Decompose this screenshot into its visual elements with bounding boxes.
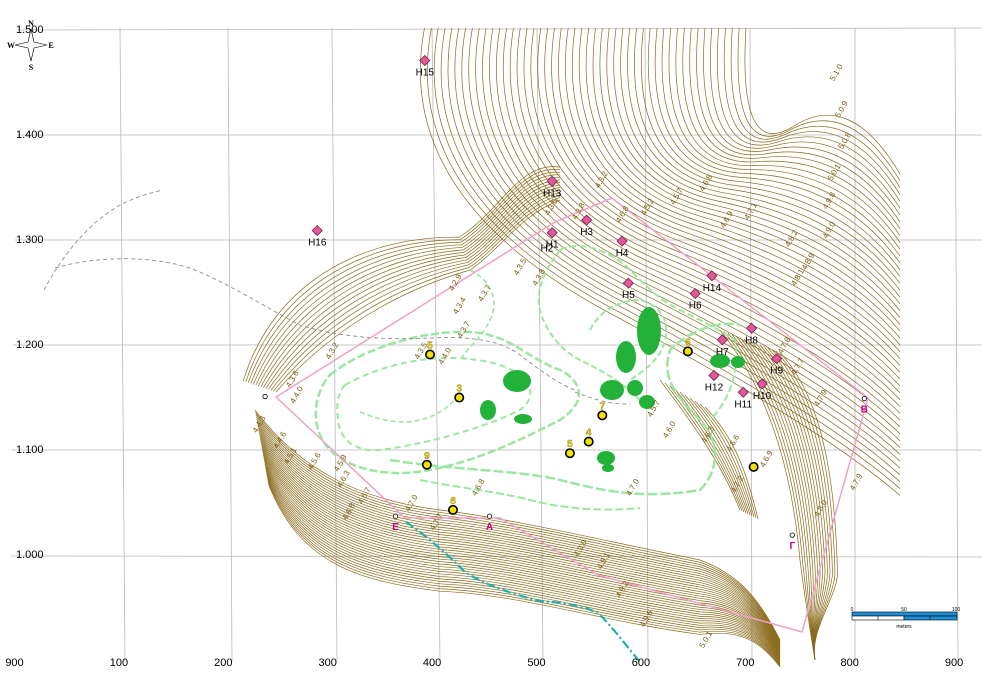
compass-west: W xyxy=(7,41,15,50)
well-label: 5 xyxy=(427,341,433,352)
well-label: 4 xyxy=(586,428,592,439)
x-tick-label: 600 xyxy=(632,657,650,669)
well-icon xyxy=(597,410,608,421)
boundary-point-label: Г xyxy=(789,541,795,552)
x-tick-label: 100 xyxy=(110,657,128,669)
well-icon xyxy=(564,448,575,459)
h-marker-label: H10 xyxy=(753,391,772,402)
x-tick-label: 900 xyxy=(5,657,23,669)
well-icon xyxy=(421,459,432,470)
x-tick-label: 300 xyxy=(319,657,337,669)
h-marker-label: H16 xyxy=(308,238,327,249)
h-marker-label: H2 xyxy=(541,244,554,255)
well-icon xyxy=(748,461,759,472)
y-tick-label: 1.000 xyxy=(16,549,44,561)
h-marker-label: H7 xyxy=(716,347,729,358)
point-icon xyxy=(861,395,867,402)
well-label: 7 xyxy=(599,401,605,412)
scale-label-100: 100 xyxy=(952,607,961,613)
h-marker-label: H9 xyxy=(770,366,783,377)
point-icon xyxy=(262,393,268,400)
boundary-point: Г xyxy=(789,532,795,552)
y-tick-label: 1.200 xyxy=(16,339,44,351)
y-tick-label: 1.400 xyxy=(16,129,44,141)
h-marker-label: H4 xyxy=(616,248,629,259)
compass-east: E xyxy=(48,41,53,50)
well-marker xyxy=(748,461,759,472)
boundary-point xyxy=(262,393,268,400)
h-marker-label: H6 xyxy=(689,301,702,312)
scale-unit: meters xyxy=(896,624,912,630)
x-tick-label: 200 xyxy=(214,657,232,669)
well-label: 9 xyxy=(424,451,430,462)
h-marker-label: H15 xyxy=(416,68,435,79)
well-label: 5 xyxy=(567,439,573,450)
well-label: 8 xyxy=(450,496,456,507)
compass-south: S xyxy=(29,63,34,72)
h-marker-label: H13 xyxy=(543,188,562,199)
boundary-point-label: B xyxy=(861,405,868,416)
point-icon xyxy=(392,513,399,519)
well-icon xyxy=(447,504,458,515)
x-tick-label: 800 xyxy=(841,657,859,669)
h-marker-label: H11 xyxy=(734,399,752,410)
well-icon xyxy=(682,346,693,357)
scale-label-0: 0 xyxy=(851,607,854,613)
topographic-map: 5.1.05.0.95.0.85.0.14.9.84.9.04.8.94.8.2… xyxy=(0,0,983,678)
boundary-point-label: E xyxy=(392,522,399,533)
well-label: 3 xyxy=(456,384,462,395)
well-label: 6 xyxy=(685,337,691,348)
h-marker-label: H12 xyxy=(705,383,724,394)
point-icon xyxy=(486,513,493,519)
boundary-point-label: A xyxy=(486,522,493,533)
compass-north: N xyxy=(28,19,34,28)
h-marker-label: H14 xyxy=(703,283,722,294)
x-tick-label: 900 xyxy=(945,657,963,669)
x-tick-label: 400 xyxy=(423,657,441,669)
well-icon xyxy=(454,392,465,403)
x-tick-label: 700 xyxy=(736,657,754,669)
y-tick-label: 1.100 xyxy=(16,444,44,456)
well-icon xyxy=(425,349,436,360)
h-marker-label: H3 xyxy=(580,227,593,238)
scale-label-50: 50 xyxy=(901,607,907,613)
well-icon xyxy=(583,436,594,447)
point-icon xyxy=(789,532,795,538)
h-marker-label: H5 xyxy=(622,290,635,301)
x-tick-label: 500 xyxy=(527,657,545,669)
h-marker-label: H8 xyxy=(745,335,758,346)
y-tick-label: 1.300 xyxy=(16,234,44,246)
